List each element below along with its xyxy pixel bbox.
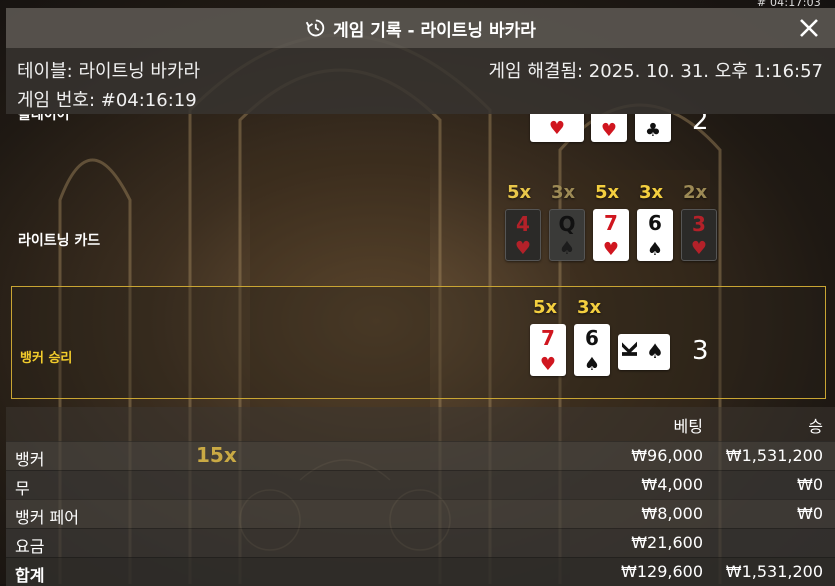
player-card: ♥ xyxy=(530,114,584,142)
card-rank: 6 xyxy=(648,211,662,235)
bet-amount: ₩21,600 xyxy=(631,533,703,552)
dialog-titlebar: 게임 기록 - 라이트닝 바카라 xyxy=(6,8,835,48)
card-rank: Q xyxy=(558,212,576,236)
player-card: ♥ xyxy=(591,114,627,142)
win-amount: ₩0 xyxy=(797,504,823,523)
close-icon xyxy=(800,19,818,37)
banker-card-third: K ♠ xyxy=(618,334,670,370)
total-label: 합계 xyxy=(15,566,45,585)
bet-amount: ₩96,000 xyxy=(631,446,703,465)
lightning-card: 4 ♥ xyxy=(505,209,541,261)
card-rank: 3 xyxy=(692,212,706,236)
bets-table-header: 베팅 승 xyxy=(6,407,835,441)
bet-name: 무 xyxy=(15,479,30,498)
resolved-time: 게임 해결됨: 2025. 10. 31. 오후 1:16:57 xyxy=(488,61,824,82)
lightning-card: 7 ♥ xyxy=(593,209,629,261)
card-suit: ♥ xyxy=(514,238,532,259)
banker-card: 6 ♠ xyxy=(574,324,610,376)
card-suit: ♥ xyxy=(690,238,708,259)
card-suit: ♥ xyxy=(602,239,620,260)
bets-table: 베팅 승 뱅커 15x ₩96,000 ₩1,531,200 무 ₩4,000 … xyxy=(6,407,835,586)
table-row: 요금 ₩21,600 xyxy=(6,528,835,557)
bet-amount: ₩8,000 xyxy=(641,504,703,523)
player-label: 플레이어 xyxy=(18,114,70,123)
round-id: 게임 번호: #04:16:19 xyxy=(17,90,197,111)
table-row: 뱅커 15x ₩96,000 ₩1,531,200 xyxy=(6,441,835,470)
lightning-card: 6 ♠ xyxy=(637,209,673,261)
player-score: 2 xyxy=(692,114,709,136)
title-group: 게임 기록 - 라이트닝 바카라 xyxy=(305,16,536,41)
card-suit: ♥ xyxy=(600,120,618,141)
card-rank: 7 xyxy=(541,326,555,350)
player-card: ♣ xyxy=(635,114,671,142)
table-row: 무 ₩4,000 ₩0 xyxy=(6,470,835,499)
card-rank: K xyxy=(617,342,642,358)
lightning-label: 라이트닝 카드 xyxy=(18,233,101,249)
card-rank: 7 xyxy=(604,211,618,235)
close-button[interactable] xyxy=(797,16,821,40)
banker-multiplier: 3x xyxy=(577,297,602,318)
banker-multiplier: 5x xyxy=(533,297,558,318)
card-suit: ♠ xyxy=(646,239,664,260)
total-bet: ₩129,600 xyxy=(621,562,703,581)
bet-multiplier: 15x xyxy=(196,443,237,467)
card-suit: ♥ xyxy=(548,118,566,139)
table-name: 테이블: 라이트닝 바카라 xyxy=(17,61,201,82)
card-suit: ♠ xyxy=(583,354,601,375)
win-amount: ₩0 xyxy=(797,475,823,494)
card-rank: 6 xyxy=(585,326,599,350)
lightning-multiplier: 2x xyxy=(683,182,708,203)
bet-amount: ₩4,000 xyxy=(641,475,703,494)
dialog-title: 게임 기록 - 라이트닝 바카라 xyxy=(333,20,536,41)
bet-column-header: 베팅 xyxy=(673,417,703,436)
total-row: 합계 ₩129,600 ₩1,531,200 xyxy=(6,557,835,586)
table-row: 뱅커 페어 ₩8,000 ₩0 xyxy=(6,499,835,528)
player-row: 플레이어 ♥ ♥ ♣ 2 xyxy=(0,114,835,154)
win-amount: ₩1,531,200 xyxy=(725,446,823,465)
lightning-multiplier: 5x xyxy=(595,182,620,203)
card-suit: ♣ xyxy=(644,120,662,141)
card-rank: 4 xyxy=(516,212,530,236)
banker-card: 7 ♥ xyxy=(530,324,566,376)
history-icon xyxy=(305,19,325,37)
winner-label: 뱅커 승리 xyxy=(20,351,73,366)
total-win: ₩1,531,200 xyxy=(725,562,823,581)
banker-score: 3 xyxy=(692,336,709,366)
bet-name: 요금 xyxy=(15,537,45,556)
win-column-header: 승 xyxy=(808,417,823,436)
bet-name: 뱅커 xyxy=(15,450,45,469)
card-suit: ♠ xyxy=(646,339,664,363)
lightning-card: Q ♠ xyxy=(549,209,585,261)
card-suit: ♥ xyxy=(539,354,557,375)
bet-name: 뱅커 페어 xyxy=(15,508,79,527)
game-info-bar: 테이블: 라이트닝 바카라 게임 번호: #04:16:19 게임 해결됨: 2… xyxy=(6,48,835,114)
lightning-multiplier: 3x xyxy=(639,182,664,203)
lightning-multiplier: 5x xyxy=(507,182,532,203)
lightning-multiplier: 3x xyxy=(551,182,576,203)
card-suit: ♠ xyxy=(558,238,576,259)
lightning-card: 3 ♥ xyxy=(681,209,717,261)
